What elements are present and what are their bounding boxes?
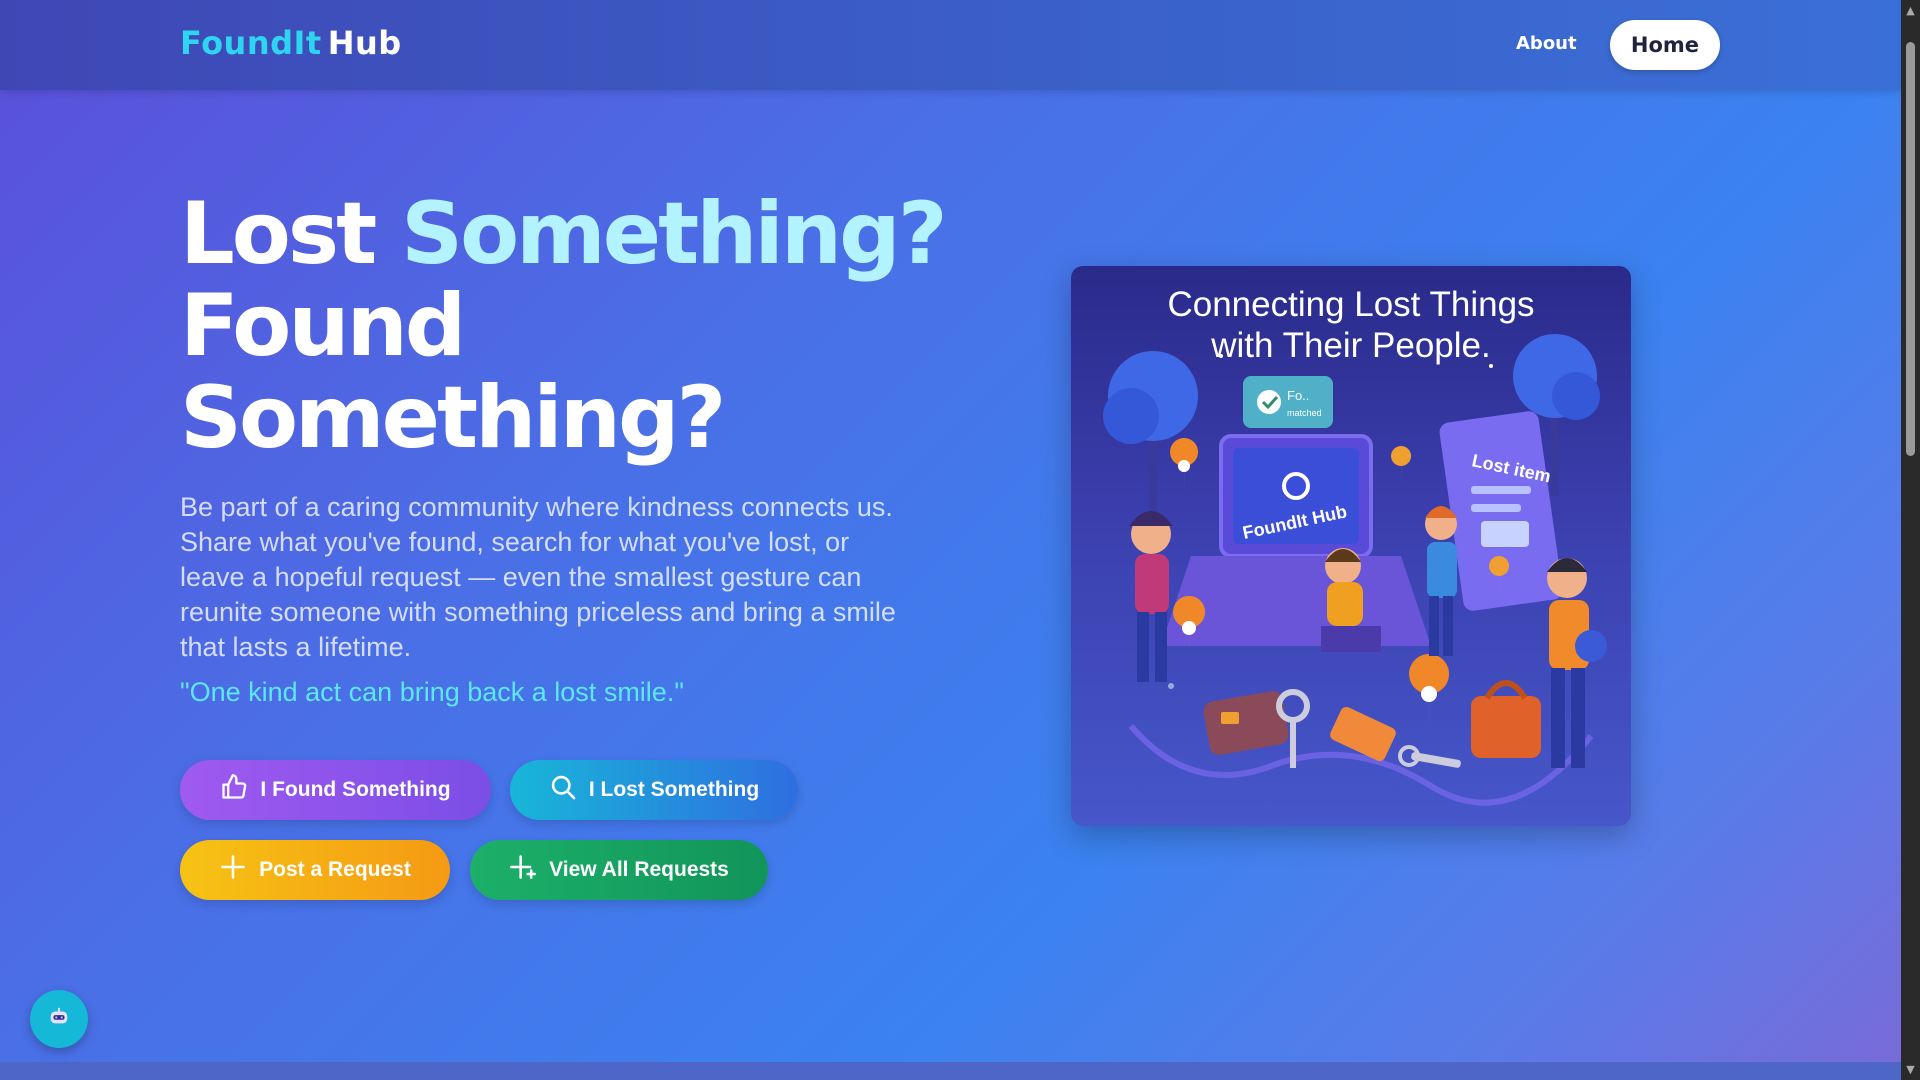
hero-title-word-something: Something? xyxy=(401,184,947,284)
svg-text:Fo..: Fo.. xyxy=(1287,388,1309,403)
post-a-request-label: Post a Request xyxy=(259,858,411,881)
wallet-icon xyxy=(1203,691,1289,755)
i-found-something-button[interactable]: I Found Something xyxy=(180,760,491,820)
tablet-icon: Lost item xyxy=(1439,411,1563,611)
view-all-requests-button[interactable]: View All Requests xyxy=(470,840,768,900)
top-navbar: FoundIt Hub About Home xyxy=(0,0,1901,90)
search-icon xyxy=(549,773,577,807)
scroll-down-arrow-icon[interactable]: ▼ xyxy=(1904,1063,1917,1076)
thumbs-up-icon xyxy=(220,773,248,807)
match-bubble-icon: Fo.. matched xyxy=(1243,376,1333,428)
sparkle-plus-icon xyxy=(509,853,537,887)
robot-icon xyxy=(48,1006,70,1032)
illustration-scene: FoundIt Hub Fo.. matched Lost item xyxy=(1103,334,1607,806)
hero-description: Be part of a caring community where kind… xyxy=(180,492,896,662)
vertical-scrollbar[interactable]: ▲ ▼ xyxy=(1901,0,1920,1080)
plus-icon xyxy=(219,853,247,887)
scroll-up-arrow-icon[interactable]: ▲ xyxy=(1904,4,1917,17)
hero-title-line1: Lost Something? xyxy=(180,188,1000,280)
i-lost-something-button[interactable]: I Lost Something xyxy=(510,760,798,820)
chat-assistant-button[interactable] xyxy=(30,990,88,1048)
person-right-icon xyxy=(1547,558,1589,768)
nav-home-button[interactable]: Home xyxy=(1610,20,1720,70)
scrollbar-thumb[interactable] xyxy=(1906,42,1915,456)
person-standing-icon xyxy=(1425,506,1457,656)
post-a-request-button[interactable]: Post a Request xyxy=(180,840,450,900)
i-lost-something-label: I Lost Something xyxy=(588,778,760,801)
svg-text:matched: matched xyxy=(1287,408,1322,418)
hero-title-line3: Something? xyxy=(180,368,726,468)
hero-title: Lost Something? Found Something? xyxy=(180,188,1000,464)
brand-name-part1: FoundIt xyxy=(180,24,322,62)
brand-name-part2: Hub xyxy=(327,24,402,62)
bag-icon xyxy=(1471,680,1541,758)
hero-illustration: Connecting Lost Things with Their People… xyxy=(1071,266,1631,826)
brand-logo[interactable]: FoundIt Hub xyxy=(180,24,402,62)
hero-title-word-lost: Lost xyxy=(180,184,377,284)
page-bottom-edge xyxy=(0,1062,1901,1080)
hero-quote: "One kind act can bring back a lost smil… xyxy=(180,677,684,707)
nav-about-link[interactable]: About xyxy=(1516,33,1577,54)
view-all-requests-label: View All Requests xyxy=(549,858,729,881)
person-left-icon xyxy=(1129,511,1173,682)
i-found-something-label: I Found Something xyxy=(260,778,451,801)
hero-title-line2: Found xyxy=(180,276,466,376)
